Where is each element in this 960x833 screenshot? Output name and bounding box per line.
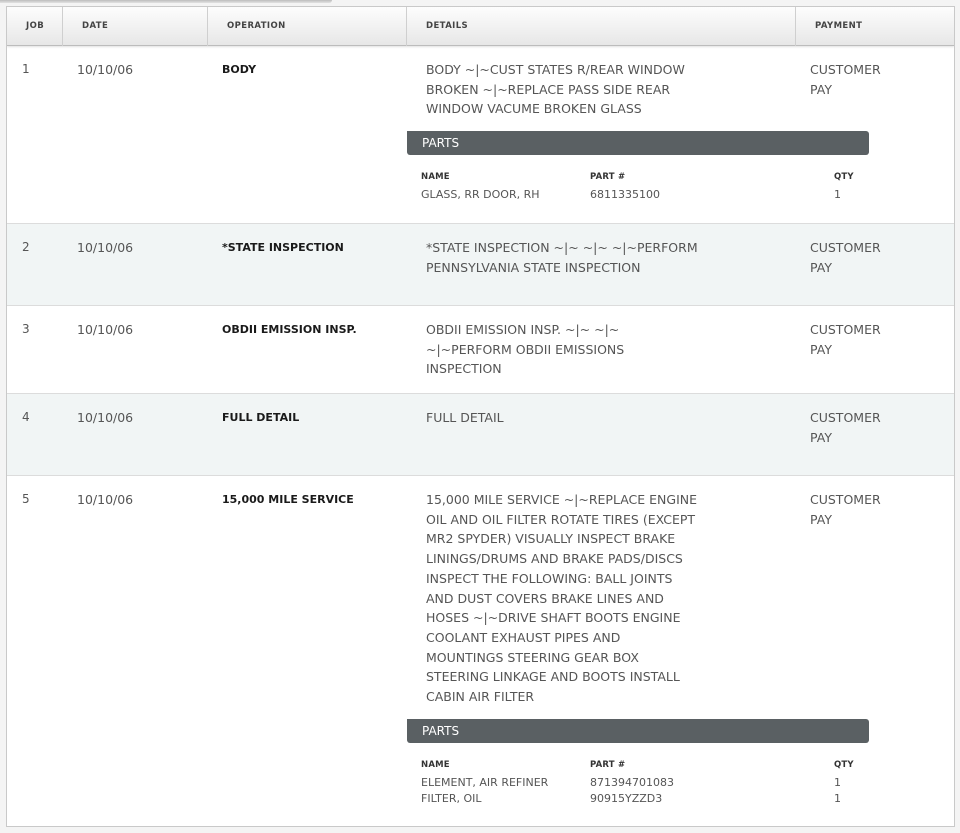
job-history-table: JOB DATE OPERATION DETAILS PAYMENT 1 10/… [6,6,955,827]
job-payment: CUSTOMER PAY [810,408,910,447]
payment-line: CUSTOMER [810,492,881,507]
part-name: ELEMENT, AIR REFINER [421,776,549,789]
parts-column-part-number: PART # [590,760,626,770]
parts-column-qty: QTY [834,760,854,770]
job-details: FULL DETAIL [426,408,711,428]
details-line: WINDOW VACUME BROKEN GLASS [426,101,642,117]
job-operation: 15,000 MILE SERVICE [222,493,354,506]
parts-column-part-number: PART # [590,172,626,182]
part-number: 871394701083 [590,776,674,789]
job-details: OBDII EMISSION INSP. ~|~ ~|~ ~|~PERFORM … [426,320,711,379]
table-row: 3 10/10/06 OBDII EMISSION INSP. OBDII EM… [7,306,954,394]
job-date: 10/10/06 [77,240,134,255]
part-number: 90915YZZD3 [590,792,663,805]
job-date: 10/10/06 [77,62,134,77]
column-header-date[interactable]: DATE [63,7,208,46]
parts-column-name: NAME [421,172,450,182]
part-name: GLASS, RR DOOR, RH [421,188,540,201]
column-header-operation[interactable]: OPERATION [208,7,407,46]
details-line: BROKEN ~|~REPLACE PASS SIDE REAR [426,81,671,97]
payment-line: PAY [810,259,832,275]
details-line: INSPECT THE FOLLOWING: BALL JOINTS [426,570,673,586]
details-line: FULL DETAIL [426,410,504,425]
payment-line: PAY [810,429,832,445]
job-date: 10/10/06 [77,492,134,507]
table-row: 1 10/10/06 BODY BODY ~|~CUST STATES R/RE… [7,46,954,224]
details-line: MR2 SPYDER) VISUALLY INSPECT BRAKE [426,531,676,547]
part-number: 6811335100 [590,188,660,201]
job-payment: CUSTOMER PAY [810,490,910,529]
details-line: LININGS/DRUMS AND BRAKE PADS/DISCS [426,551,683,567]
table-row: 5 10/10/06 15,000 MILE SERVICE 15,000 MI… [7,476,954,826]
job-number: 5 [22,492,30,506]
column-header-payment[interactable]: PAYMENT [796,7,954,46]
job-number: 4 [22,410,30,424]
details-line: CABIN AIR FILTER [426,689,535,705]
details-line: INSPECTION [426,361,502,377]
job-operation: *STATE INSPECTION [222,241,344,254]
job-number: 3 [22,322,30,336]
job-operation: FULL DETAIL [222,411,300,424]
details-line: PENNSYLVANIA STATE INSPECTION [426,259,641,275]
details-line: OBDII EMISSION INSP. ~|~ ~|~ [426,322,620,337]
job-payment: CUSTOMER PAY [810,320,910,359]
details-line: ~|~PERFORM OBDII EMISSIONS [426,341,625,357]
details-line: 15,000 MILE SERVICE ~|~REPLACE ENGINE [426,492,698,507]
column-header-details[interactable]: DETAILS [407,7,796,46]
job-payment: CUSTOMER PAY [810,238,910,277]
top-edge-shadow [0,0,332,3]
details-line: AND DUST COVERS BRAKE LINES AND [426,590,664,606]
payment-line: PAY [810,511,832,527]
column-header-job[interactable]: JOB [7,7,63,46]
table-header: JOB DATE OPERATION DETAILS PAYMENT [7,7,954,46]
job-number: 2 [22,240,30,254]
payment-line: PAY [810,341,832,357]
job-details: *STATE INSPECTION ~|~ ~|~ ~|~PERFORM PEN… [426,238,711,277]
table-row: 4 10/10/06 FULL DETAIL FULL DETAIL CUSTO… [7,394,954,476]
payment-line: CUSTOMER [810,410,881,425]
payment-line: CUSTOMER [810,62,881,77]
parts-section-header: PARTS [407,719,869,743]
parts-column-name: NAME [421,760,450,770]
payment-line: CUSTOMER [810,322,881,337]
part-name: FILTER, OIL [421,792,482,805]
payment-line: CUSTOMER [810,240,881,255]
job-operation: OBDII EMISSION INSP. [222,323,357,336]
parts-section-header: PARTS [407,131,869,155]
payment-line: PAY [810,81,832,97]
details-line: COOLANT EXHAUST PIPES AND [426,629,621,645]
details-line: MOUNTINGS STEERING GEAR BOX [426,649,639,665]
job-details: 15,000 MILE SERVICE ~|~REPLACE ENGINE OI… [426,490,711,707]
details-line: OIL AND OIL FILTER ROTATE TIRES (EXCEPT [426,511,696,527]
table-row: 2 10/10/06 *STATE INSPECTION *STATE INSP… [7,224,954,306]
part-qty: 1 [834,188,841,201]
job-payment: CUSTOMER PAY [810,60,910,99]
part-qty: 1 [834,776,841,789]
details-line: BODY ~|~CUST STATES R/REAR WINDOW [426,62,685,77]
part-qty: 1 [834,792,841,805]
job-details: BODY ~|~CUST STATES R/REAR WINDOW BROKEN… [426,60,711,119]
job-number: 1 [22,62,30,76]
details-line: HOSES ~|~DRIVE SHAFT BOOTS ENGINE [426,610,681,626]
parts-column-qty: QTY [834,172,854,182]
job-date: 10/10/06 [77,410,134,425]
details-line: STEERING LINKAGE AND BOOTS INSTALL [426,669,680,685]
job-date: 10/10/06 [77,322,134,337]
details-line: *STATE INSPECTION ~|~ ~|~ ~|~PERFORM [426,240,698,255]
job-operation: BODY [222,63,257,76]
